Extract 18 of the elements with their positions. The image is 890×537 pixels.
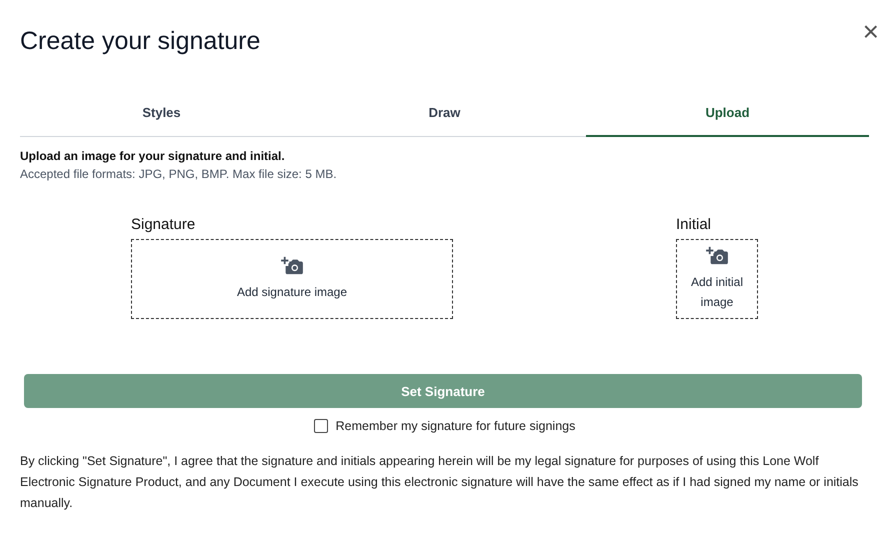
tab[interactable]: Upload	[586, 90, 869, 137]
upload-area[interactable]: Add signature image	[131, 239, 453, 319]
upload-label: Signature	[131, 216, 196, 233]
disclaimer-text: By clicking "Set Signature", I agree that the signature and initials appearing herein will be my legal signature for purposes of using this Lone Wolf Electronic Signature Product, and any Document I execute using this electronic signature will have the same effect as if I had signed my name or initials manually.	[20, 453, 860, 512]
camera-add-icon	[706, 246, 728, 266]
dialog-title: Create your signature	[20, 27, 260, 56]
upload-label: Initial	[676, 216, 712, 233]
instruction-text: Upload an image for your signature and initial.	[20, 149, 286, 163]
camera-add-icon	[281, 256, 303, 276]
tab[interactable]: Draw	[303, 90, 586, 137]
checkbox-label: Remember my signature for future signings	[336, 419, 576, 433]
tab[interactable]: Styles	[20, 90, 303, 137]
upload-prompt: Add signature image	[236, 284, 348, 301]
format-note: Accepted file formats: JPG, PNG, BMP. Max file size: 5 MB.	[20, 167, 338, 181]
upload-prompt: Add initial image	[690, 274, 744, 311]
checkbox[interactable]	[314, 419, 328, 433]
close-button[interactable]: ×	[858, 18, 883, 46]
upload-area[interactable]: Add initial image	[676, 239, 758, 319]
